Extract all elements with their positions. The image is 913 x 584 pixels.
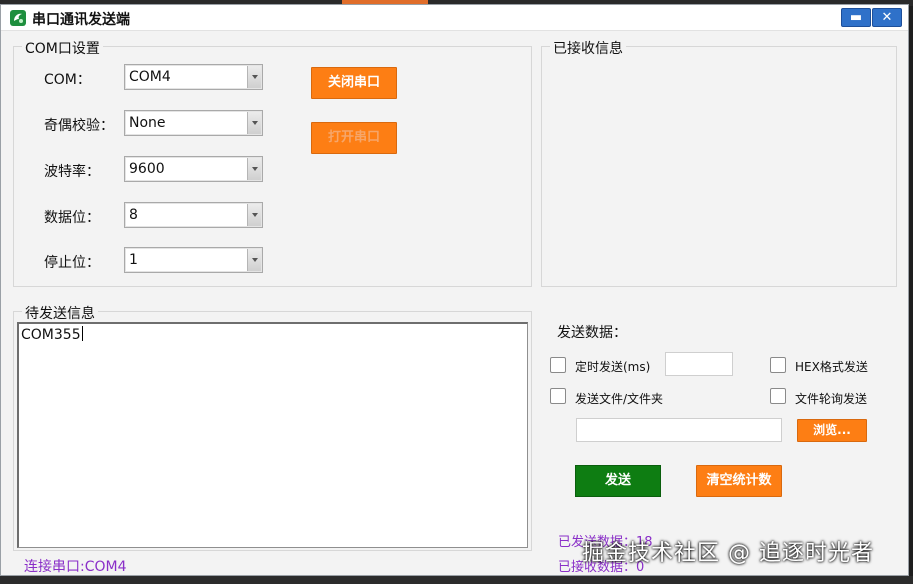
clear-stats-button[interactable]: 清空统计数: [696, 465, 782, 497]
send-button[interactable]: 发送: [575, 465, 661, 497]
data-bits-value: 8: [129, 207, 138, 223]
stop-bits-label: 停止位：: [44, 255, 100, 271]
send-file-label: 发送文件/文件夹: [575, 392, 664, 406]
baud-rate-value: 9600: [129, 161, 165, 177]
chevron-down-icon[interactable]: [247, 112, 261, 134]
title-bar[interactable]: 串口通讯发送端 ▬ ✕: [1, 5, 908, 31]
timed-send-checkbox[interactable]: [550, 357, 566, 373]
stop-bits-value: 1: [129, 252, 138, 268]
hex-send-label: HEX格式发送: [795, 360, 868, 374]
com-settings-group: COM口设置 COM： COM4 奇偶校验： None 波特率： 9600 数据…: [13, 38, 532, 287]
send-data-title: 发送数据：: [557, 325, 627, 341]
app-icon: [10, 10, 26, 26]
received-info-legend: 已接收信息: [550, 38, 626, 58]
parity-label: 奇偶校验：: [44, 118, 114, 134]
hex-send-checkbox[interactable]: [770, 357, 786, 373]
parity-select[interactable]: None: [124, 110, 263, 136]
com-settings-legend: COM口设置: [22, 38, 103, 58]
open-port-button[interactable]: 打开串口: [311, 122, 397, 154]
watermark-text: 掘金技术社区 @ 追逐时光者: [582, 541, 874, 566]
received-info-group: 已接收信息: [541, 38, 897, 287]
chevron-down-icon[interactable]: [247, 249, 261, 271]
com-label: COM：: [44, 72, 91, 88]
file-poll-checkbox[interactable]: [770, 388, 786, 404]
chevron-down-icon[interactable]: [247, 204, 261, 226]
pending-send-group: 待发送信息 COM355: [13, 303, 532, 551]
pending-send-text: COM355: [21, 326, 83, 343]
timed-send-label: 定时发送(ms): [575, 360, 651, 374]
chevron-down-icon[interactable]: [247, 66, 261, 88]
close-port-button[interactable]: 关闭串口: [311, 67, 397, 99]
baud-rate-label: 波特率：: [44, 164, 100, 180]
file-path-input[interactable]: [576, 418, 782, 442]
baud-rate-select[interactable]: 9600: [124, 156, 263, 182]
close-window-button[interactable]: ✕: [872, 8, 902, 27]
window-title: 串口通讯发送端: [32, 12, 130, 28]
com-port-value: COM4: [129, 69, 171, 85]
stop-bits-select[interactable]: 1: [124, 247, 263, 273]
com-port-select[interactable]: COM4: [124, 64, 263, 90]
serial-sender-window: 串口通讯发送端 ▬ ✕ COM口设置 COM： COM4 奇偶校验： None …: [0, 4, 909, 576]
browse-button[interactable]: 浏览...: [797, 419, 867, 442]
pending-send-textarea[interactable]: COM355: [17, 322, 528, 548]
minimize-button[interactable]: ▬: [841, 8, 871, 27]
data-bits-select[interactable]: 8: [124, 202, 263, 228]
chevron-down-icon[interactable]: [247, 158, 261, 180]
send-file-checkbox[interactable]: [550, 388, 566, 404]
timed-send-interval-input[interactable]: [665, 352, 733, 376]
pending-send-legend: 待发送信息: [22, 303, 98, 323]
background-taskbar-strip: [0, 576, 913, 584]
data-bits-label: 数据位：: [44, 210, 100, 226]
file-poll-label: 文件轮询发送: [795, 392, 868, 406]
text-caret: [81, 326, 83, 341]
connection-status: 连接串口:COM4: [24, 559, 127, 575]
parity-value: None: [129, 115, 166, 131]
